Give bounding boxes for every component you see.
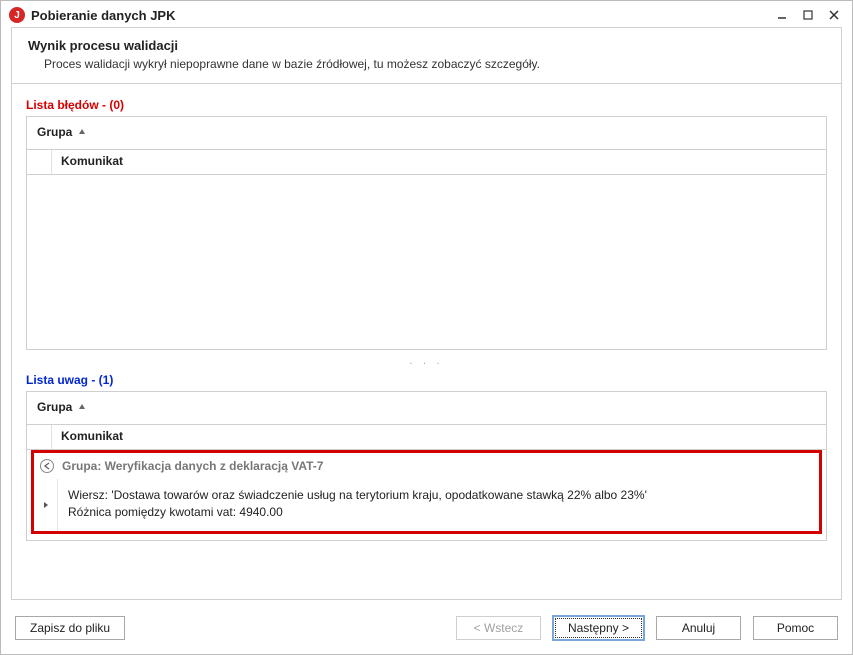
- errors-column-header[interactable]: Komunikat: [27, 150, 826, 175]
- save-to-file-button[interactable]: Zapisz do pliku: [15, 616, 125, 640]
- help-button[interactable]: Pomoc: [753, 616, 838, 640]
- errors-grid-body: [27, 175, 826, 349]
- remark-line-1: Wiersz: 'Dostawa towarów oraz świadczeni…: [68, 487, 809, 504]
- window-title: Pobieranie danych JPK: [31, 8, 176, 23]
- errors-section-title: Lista błędów - (0): [26, 98, 827, 112]
- remarks-column-header[interactable]: Komunikat: [27, 425, 826, 450]
- remark-row: Wiersz: 'Dostawa towarów oraz świadczeni…: [34, 479, 819, 531]
- back-button: < Wstecz: [456, 616, 541, 640]
- expand-row-icon[interactable]: [34, 479, 58, 531]
- jpk-window: J Pobieranie danych JPK Wynik procesu wa…: [0, 0, 853, 655]
- errors-section: Lista błędów - (0) Grupa Komunikat: [26, 98, 827, 350]
- remark-highlight: Grupa: Weryfikacja danych z deklaracją V…: [31, 450, 822, 534]
- titlebar: J Pobieranie danych JPK: [1, 1, 852, 27]
- collapse-icon[interactable]: [40, 459, 54, 473]
- maximize-icon[interactable]: [800, 7, 816, 23]
- page-title: Wynik procesu walidacji: [28, 38, 825, 53]
- remarks-grid: Grupa Komunikat: [26, 391, 827, 541]
- sort-asc-icon: [78, 400, 86, 414]
- page-subtitle: Proces walidacji wykrył niepoprawne dane…: [28, 57, 825, 71]
- errors-group-label: Grupa: [37, 125, 72, 139]
- remark-group-text: Grupa: Weryfikacja danych z deklaracją V…: [62, 459, 323, 473]
- remarks-column-label: Komunikat: [61, 429, 123, 443]
- remark-message: Wiersz: 'Dostawa towarów oraz świadczeni…: [58, 479, 819, 531]
- remarks-section-title: Lista uwag - (1): [26, 373, 827, 387]
- cancel-button[interactable]: Anuluj: [656, 616, 741, 640]
- remarks-group-header[interactable]: Grupa: [27, 392, 826, 425]
- minimize-icon[interactable]: [774, 7, 790, 23]
- errors-group-header[interactable]: Grupa: [27, 117, 826, 150]
- remark-group-row[interactable]: Grupa: Weryfikacja danych z deklaracją V…: [34, 453, 819, 479]
- sort-asc-icon: [78, 125, 86, 139]
- wizard-body: Lista błędów - (0) Grupa Komunikat . . .: [12, 84, 841, 599]
- button-bar: Zapisz do pliku < Wstecz Następny > Anul…: [1, 606, 852, 654]
- errors-column-label: Komunikat: [61, 154, 123, 168]
- close-icon[interactable]: [826, 7, 842, 23]
- titlebar-left: J Pobieranie danych JPK: [9, 7, 176, 23]
- window-controls: [774, 7, 842, 23]
- wizard-header: Wynik procesu walidacji Proces walidacji…: [12, 28, 841, 84]
- nav-buttons: < Wstecz Następny > Anuluj Pomoc: [456, 616, 838, 640]
- app-icon: J: [9, 7, 25, 23]
- errors-grid: Grupa Komunikat: [26, 116, 827, 350]
- remarks-section: Lista uwag - (1) Grupa Komunikat: [26, 373, 827, 541]
- remark-line-2: Różnica pomiędzy kwotami vat: 4940.00: [68, 504, 809, 521]
- remarks-grid-body: Grupa: Weryfikacja danych z deklaracją V…: [27, 450, 826, 534]
- next-button[interactable]: Następny >: [553, 616, 644, 640]
- splitter-dots[interactable]: . . .: [26, 354, 827, 369]
- wizard-panel: Wynik procesu walidacji Proces walidacji…: [11, 27, 842, 600]
- remarks-group-label: Grupa: [37, 400, 72, 414]
